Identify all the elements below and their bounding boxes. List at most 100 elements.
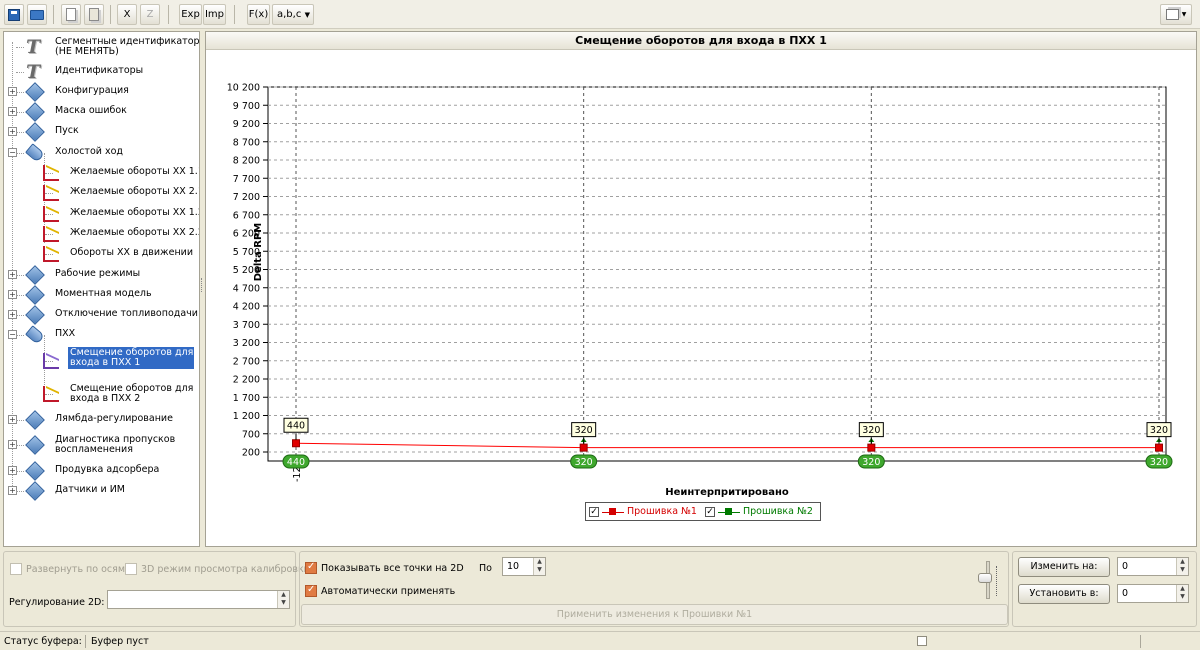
tree-item[interactable]: + Отключение топливоподачи (4, 305, 199, 325)
diamond-icon (25, 481, 45, 501)
tree-item[interactable]: + Диагностика пропусков воспламенения (4, 430, 199, 460)
reg2d-spinner[interactable]: ▲ ▼ (277, 591, 289, 608)
tree-item-label-line1: Холостой ход (55, 146, 123, 157)
tree-item-label-line1: Желаемые обороты ХХ 2.2 (70, 227, 200, 238)
diamond-icon (25, 265, 45, 285)
series-1-data-label: 320 (862, 425, 880, 436)
x-button[interactable]: X (117, 4, 137, 25)
tree-item[interactable]: − Холостой ход (4, 143, 199, 163)
tree-item[interactable]: + Маска ошибок (4, 102, 199, 122)
y-tick-label: 10 200 (227, 83, 260, 94)
change-by-spinner[interactable]: ▲ ▼ (1176, 558, 1188, 575)
reg2d-select[interactable]: ▲ ▼ (107, 590, 290, 609)
series-1-point[interactable] (867, 443, 876, 452)
tree-item-label-line1: Желаемые обороты ХХ 2.1 (70, 186, 200, 197)
tree-item-label: Конфигурация (55, 86, 129, 96)
step-spinner[interactable]: ▲ ▼ (533, 558, 545, 575)
legend-swatch-series-2 (717, 507, 740, 517)
show-all-points-checkbox[interactable] (305, 561, 317, 574)
save-button[interactable] (4, 4, 24, 25)
open-button[interactable] (27, 4, 47, 25)
expand-axes-checkbox[interactable] (10, 563, 22, 575)
tree-connector (16, 132, 24, 133)
tree-item-label: Продувка адсорбера (55, 465, 159, 475)
series-1-point[interactable] (292, 439, 300, 448)
y-axis-title: Delta RPM (253, 223, 264, 282)
tree-item[interactable]: Смещение оборотов для входа в ПХХ 1 (4, 345, 199, 377)
tree-item[interactable]: + Продувка адсорбера (4, 461, 199, 481)
series-1-point[interactable] (579, 443, 588, 452)
export-button[interactable]: Exp (179, 4, 202, 25)
series-1-point[interactable] (1155, 443, 1163, 452)
set-to-input[interactable]: 0 ▲ ▼ (1117, 584, 1189, 603)
tree-item[interactable]: − ПХХ (4, 325, 199, 345)
set-to-value: 0 (1122, 588, 1129, 599)
y-tick-label: 4 700 (233, 283, 260, 294)
tree-item[interactable]: + Конфигурация (4, 82, 199, 102)
tree-item-label: Идентификаторы (55, 66, 143, 76)
tree-item[interactable]: Желаемые обороты ХХ 2.1 (4, 183, 199, 203)
apply-changes-button[interactable]: Применить изменения к Прошивки №1 (301, 604, 1008, 625)
tree-item[interactable]: + Пуск (4, 122, 199, 142)
tree-connector (16, 445, 24, 446)
tree-item[interactable]: Обороты ХХ в движении (4, 244, 199, 264)
tree-item[interactable]: + Моментная модель (4, 285, 199, 305)
auto-apply-checkbox[interactable] (305, 584, 317, 597)
calibration-tree[interactable]: T Сегментные идентификаторы (НЕ МЕНЯТЬ) T Ид… (3, 31, 200, 547)
x-tick-label: -12 (292, 466, 303, 482)
tree-item-label-line2: (НЕ МЕНЯТЬ) (55, 46, 119, 57)
step-input[interactable]: 10 ▲ ▼ (502, 557, 546, 576)
legend-checkbox-series-2[interactable]: ✓ (704, 506, 715, 517)
set-to-spinner[interactable]: ▲ ▼ (1176, 585, 1188, 602)
3d-mode-checkbox[interactable] (125, 563, 137, 575)
paste-button[interactable] (84, 4, 104, 25)
tree-item-label: Рабочие режимы (55, 269, 140, 279)
legend-item-series-2[interactable]: ✓ Прошивка №2 (704, 506, 813, 517)
legend-checkbox-series-1[interactable]: ✓ (589, 506, 599, 517)
tree-item-label-line1: Желаемые обороты ХХ 1.1 (70, 166, 200, 177)
change-by-input[interactable]: 0 ▲ ▼ (1117, 557, 1189, 576)
tree-item[interactable]: T Сегментные идентификаторы (НЕ МЕНЯТЬ) (4, 32, 199, 62)
function-button[interactable]: F(x) (247, 4, 270, 25)
legend-swatch-series-1 (602, 507, 624, 517)
copy-button[interactable] (61, 4, 81, 25)
tree-item[interactable]: Желаемые обороты ХХ 1.2 (4, 204, 199, 224)
tree-item[interactable]: Желаемые обороты ХХ 2.2 (4, 224, 199, 244)
abc-dropdown[interactable]: a,b,c ▼ (272, 4, 314, 25)
window-layout-button[interactable]: ▼ (1160, 4, 1192, 25)
tree-item[interactable]: Смещение оборотов для входа в ПХХ 2 (4, 378, 199, 410)
tree-item[interactable]: + Датчики и ИМ (4, 481, 199, 501)
diamond-icon (25, 285, 45, 305)
diamond-icon (25, 410, 45, 430)
tree-item-label: Смещение оборотов для входа в ПХХ 2 (70, 384, 193, 404)
3d-mode-label: 3D режим просмотра калибровки (141, 564, 310, 575)
tree-item-label-line2: входа в ПХХ 1 (70, 357, 141, 368)
legend-label-series-1: Прошивка №1 (627, 506, 697, 517)
tree-item-label-line1: Отключение топливоподачи (55, 308, 198, 319)
legend-item-series-1[interactable]: ✓ Прошивка №1 (589, 506, 697, 517)
tree-item-label-line1: Продувка адсорбера (55, 464, 160, 475)
tree-item[interactable]: Желаемые обороты ХХ 1.1 (4, 163, 199, 183)
import-button[interactable]: Imp (203, 4, 226, 25)
change-by-button[interactable]: Изменить на: (1018, 557, 1110, 577)
tree-item-label-line1: Маска ошибок (55, 105, 127, 116)
set-to-button[interactable]: Установить в: (1018, 584, 1110, 604)
tree-item[interactable]: + Лямбда-регулирование (4, 410, 199, 430)
tree-connector (16, 315, 24, 316)
tree-item-label: Холостой ход (55, 147, 123, 157)
tree-connector (16, 92, 24, 93)
series-2-data-label: 320 (575, 457, 593, 468)
diamond-icon (25, 435, 45, 455)
slider-thumb[interactable] (978, 573, 992, 583)
z-button[interactable]: Z (140, 4, 160, 25)
chart-icon (42, 245, 60, 263)
tree-item-label: Лямбда-регулирование (55, 414, 173, 424)
splitter-grip[interactable] (201, 278, 203, 292)
tree-item[interactable]: + Рабочие режимы (4, 265, 199, 285)
step-value: 10 (507, 561, 520, 572)
tree-item-label: Обороты ХХ в движении (70, 248, 193, 258)
chart-icon (42, 385, 60, 403)
chart-canvas[interactable]: 200 700 1 200 1 700 2 200 2 700 3 200 3 700 4 20… (206, 32, 1198, 548)
plot-area-frame (267, 86, 1167, 462)
tree-item[interactable]: T Идентификаторы (4, 62, 199, 82)
